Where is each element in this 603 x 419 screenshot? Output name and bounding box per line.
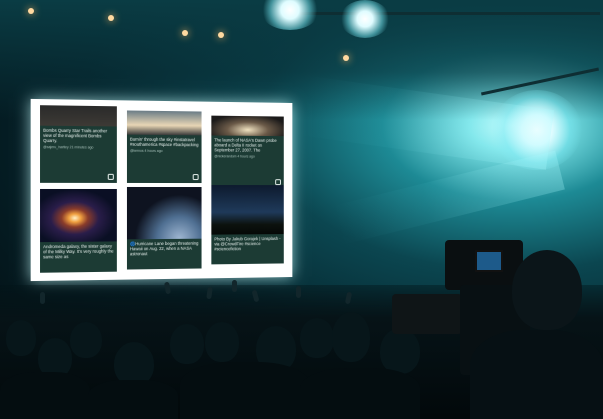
post-card: The launch of NASA's Dawn probe aboard a… [211,115,284,191]
stage-light [343,55,349,61]
post-text: Photo By Jakub Gorajek | Unsplash - via … [214,236,281,252]
stage-light [28,8,34,14]
person-shoulders [0,372,90,419]
person-head [380,328,420,374]
post-image-earth [126,186,202,240]
post-image-milkyway [211,185,284,235]
post-text: Burnin' through the sky #instatravel #so… [129,136,199,148]
post-text: Andromeda galaxy, the sister galaxy of t… [43,243,114,260]
camera-lens [392,294,462,334]
post-text: 🌀Hurricane Lane began threatening Hawaii… [129,240,199,257]
person-head [300,318,334,358]
post-meta: @kernos 4 hours ago [129,148,163,153]
light-beam [331,150,565,246]
post-caption: Photo By Jakub Gorajek | Unsplash - via … [211,234,284,265]
post-meta: @sajeru_hartley 21 minutes ago [43,145,94,150]
person-head [332,312,370,362]
person-shoulders [180,362,310,419]
post-caption: 🌀Hurricane Lane began threatening Hawaii… [126,238,202,270]
post-caption: Burnin' through the sky #instatravel #so… [126,134,202,184]
raised-hand [232,280,237,292]
person-head [70,322,102,358]
post-image [126,110,202,136]
person-head [6,320,36,356]
raised-hand [163,281,172,295]
instagram-icon [192,174,199,181]
person-head [170,324,204,364]
post-text: The launch of NASA's Dawn probe aboard a… [214,137,277,153]
stage-light [182,30,188,36]
instagram-icon [107,173,114,180]
camera-operator-body [470,330,603,419]
post-caption: The launch of NASA's Dawn probe aboard a… [211,135,284,186]
person-shoulders [300,368,420,419]
post-card: Andromeda galaxy, the sister galaxy of t… [40,188,117,273]
post-image [40,105,117,127]
video-wall: Bombs Quarry Star Trails another view of… [30,98,293,282]
post-card: 🌀Hurricane Lane began threatening Hawaii… [126,186,202,270]
post-meta: @nickerandom 4 hours ago [214,154,255,159]
spotlight [340,0,390,38]
post-caption: Andromeda galaxy, the sister galaxy of t… [40,241,117,273]
post-card: Burnin' through the sky #instatravel #so… [126,110,202,187]
raised-hand [296,286,301,298]
person-head [205,322,239,362]
post-image-galaxy [40,188,117,243]
camera-operator-head [512,250,582,330]
post-caption: Bombs Quarry Star Trails another view of… [40,125,117,183]
raised-hand [40,292,45,304]
post-card: Photo By Jakub Gorajek | Unsplash - via … [211,185,284,265]
camera-viewfinder [475,250,503,272]
post-text: Bombs Quarry Star Trails another view of… [43,127,108,144]
post-image [211,115,284,137]
post-card: Bombs Quarry Star Trails another view of… [40,105,117,183]
concert-scene: Bombs Quarry Star Trails another view of… [0,0,603,419]
stage-light [108,15,114,21]
stage-light [218,32,224,38]
person-shoulders [88,380,178,419]
